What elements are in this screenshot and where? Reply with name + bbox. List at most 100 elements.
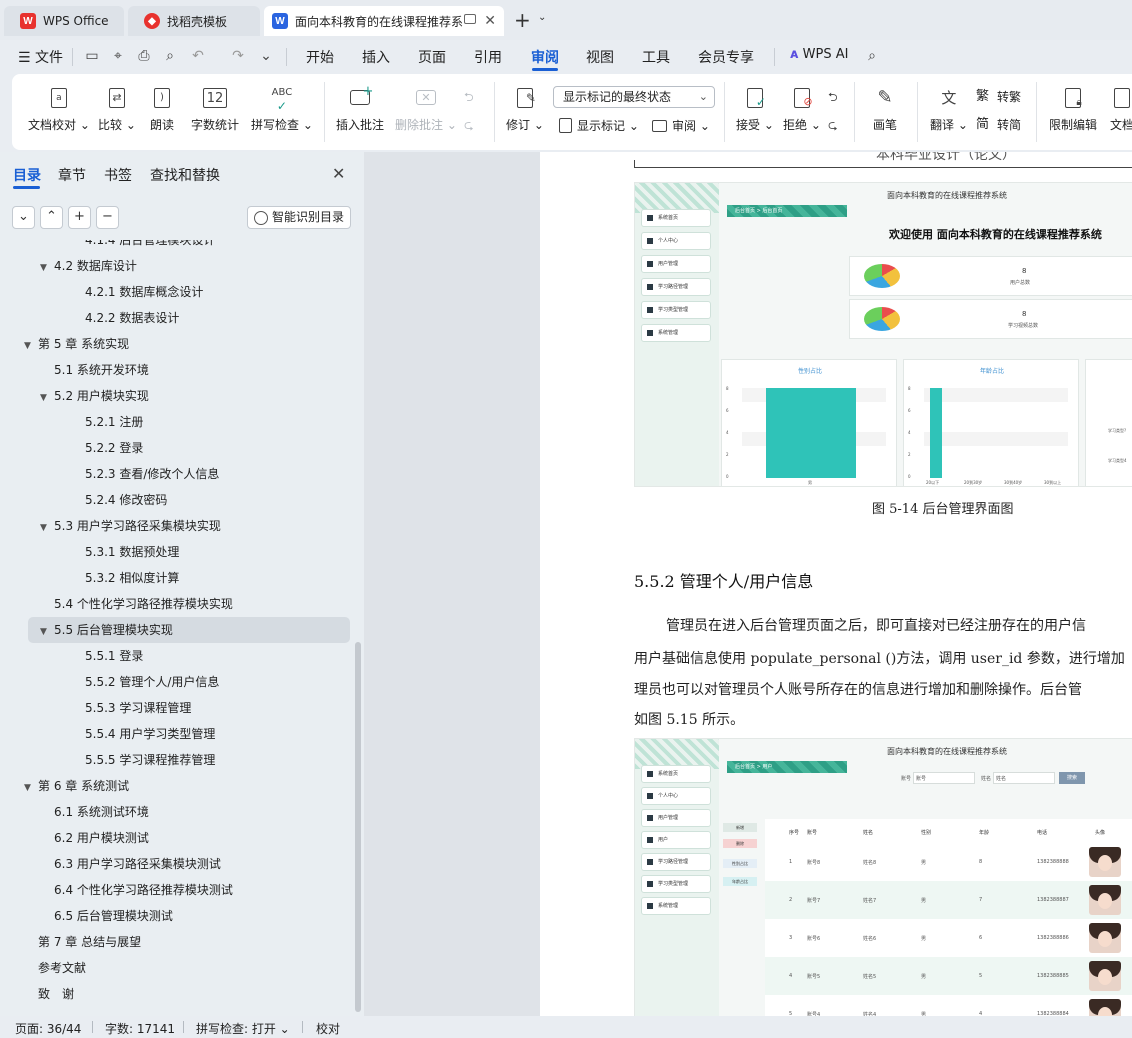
close-pane-icon[interactable]: ✕ (332, 164, 345, 183)
word-count-button[interactable]: 12 字数统计 (191, 86, 239, 133)
toc-item[interactable]: 5.5.4 用户学习类型管理 (0, 721, 352, 747)
menu-review[interactable]: 审阅 (531, 47, 559, 67)
toc-item[interactable]: 6.5 后台管理模块测试 (0, 903, 352, 929)
tab-wps-office[interactable]: W WPS Office (4, 6, 124, 36)
chevron-down-icon[interactable]: ⌄ (538, 12, 546, 23)
doc-check-button[interactable]: a 文档校对 ⌄ (28, 86, 90, 133)
monitor-icon[interactable] (464, 14, 476, 24)
delete-comment-button[interactable]: ✕ 删除批注 ⌄ (395, 86, 457, 133)
new-tab-icon[interactable]: + (514, 10, 531, 30)
redo-icon[interactable]: ↷ (230, 48, 246, 64)
menu-membership[interactable]: 会员专享 (698, 47, 754, 67)
toc-item[interactable]: ▼ 5.3 用户学习路径采集模块实现 (0, 513, 352, 539)
menu-page[interactable]: 页面 (418, 47, 446, 67)
collapse-arrow-icon[interactable]: ▼ (40, 515, 54, 541)
collapse-arrow-icon[interactable]: ▼ (40, 619, 54, 645)
print-preview-icon[interactable]: ⌕ (162, 48, 178, 64)
document-page[interactable]: 本科毕业设计（论文） 面向本科教育的在线课程推荐系统 后台首页 > 后台首页 系… (540, 152, 1132, 1016)
collapse-arrow-icon[interactable]: ▼ (40, 385, 54, 411)
file-menu[interactable]: ☰ 文件 (18, 47, 63, 67)
nav-scrollbar[interactable] (355, 642, 361, 1012)
toc-item[interactable]: 6.4 个性化学习路径推荐模块测试 (0, 877, 352, 903)
to-simplified-button[interactable]: 简 转简 (976, 116, 1021, 133)
previous-comment-icon[interactable]: ⮌ (464, 88, 474, 109)
undo-icon[interactable]: ↶ (190, 48, 206, 64)
save-icon[interactable]: ▭ (84, 48, 100, 64)
toc-item[interactable]: 5.5.2 管理个人/用户信息 (0, 669, 352, 695)
nav-tab-find-replace[interactable]: 查找和替换 (150, 165, 220, 185)
translate-button[interactable]: 文 翻译 ⌄ (930, 86, 968, 133)
nav-tab-bookmarks[interactable]: 书签 (104, 165, 132, 185)
accept-button[interactable]: ✓ 接受 ⌄ (736, 86, 774, 133)
toc-item[interactable]: 5.5.1 登录 (0, 643, 352, 669)
toc-item[interactable]: ▼ 4.2 数据库设计 (0, 253, 352, 279)
toc-item[interactable]: 5.2.2 登录 (0, 435, 352, 461)
spell-check-status[interactable]: 拼写检查: 打开 ⌄ (196, 1020, 290, 1037)
toc-item[interactable]: 4.2.1 数据库概念设计 (0, 279, 352, 305)
collapse-arrow-icon[interactable]: ▼ (40, 255, 54, 281)
expand-down-button[interactable]: ⌄ (12, 206, 35, 229)
share-icon[interactable]: ⌖ (110, 48, 126, 64)
nav-tab-toc[interactable]: 目录 (13, 165, 41, 185)
toc-item[interactable]: 参考文献 (0, 955, 352, 981)
previous-change-icon[interactable]: ⮌ (828, 88, 838, 109)
toc-item[interactable]: 5.4 个性化学习路径推荐模块实现 (0, 591, 352, 617)
toc-item[interactable]: 第 7 章 总结与展望 (0, 929, 352, 955)
toc-item[interactable]: 6.2 用户模块测试 (0, 825, 352, 851)
pen-button[interactable]: ✎ 画笔 (873, 86, 897, 133)
review-pane-button[interactable]: 审阅 ⌄ (652, 117, 710, 134)
remove-heading-button[interactable]: − (96, 206, 119, 229)
collapse-arrow-icon[interactable]: ▼ (24, 775, 38, 801)
toc-item[interactable]: 5.5.3 学习课程管理 (0, 695, 352, 721)
collapse-arrow-icon[interactable]: ▼ (24, 333, 38, 359)
menu-home[interactable]: 开始 (306, 47, 334, 67)
compare-button[interactable]: ⇄ 比较 ⌄ (98, 86, 136, 133)
next-change-icon[interactable]: ⮎ (828, 116, 838, 137)
toc-item[interactable]: 致 谢 (0, 981, 352, 1007)
nav-tab-chapters[interactable]: 章节 (58, 165, 86, 185)
menu-insert[interactable]: 插入 (362, 47, 390, 67)
doc-more-button[interactable]: 文档 (1110, 86, 1132, 133)
toc-item[interactable]: ▼ 第 5 章 系统实现 (0, 331, 352, 357)
menu-tools[interactable]: 工具 (642, 47, 670, 67)
toc-item[interactable]: ▼ 5.5 后台管理模块实现 (28, 617, 350, 643)
toc-item[interactable]: 5.3.2 相似度计算 (0, 565, 352, 591)
show-markup-button[interactable]: 显示标记 ⌄ (559, 117, 639, 134)
toc-item[interactable]: ▼ 5.2 用户模块实现 (0, 383, 352, 409)
menu-view[interactable]: 视图 (586, 47, 614, 67)
toc-item[interactable]: 4.1.4 后台管理模块设计 (0, 240, 352, 253)
toc-item[interactable]: 5.2.4 修改密码 (0, 487, 352, 513)
wps-ai-button[interactable]: ᴀ WPS AI (790, 47, 848, 62)
toc-item[interactable]: 5.2.1 注册 (0, 409, 352, 435)
collapse-up-button[interactable]: ⌃ (40, 206, 63, 229)
reject-button[interactable]: ⊘ 拒绝 ⌄ (783, 86, 821, 133)
close-tab-icon[interactable]: ✕ (484, 13, 496, 29)
chevron-down-icon[interactable]: ⌄ (258, 48, 274, 64)
next-comment-icon[interactable]: ⮎ (464, 116, 474, 137)
to-traditional-button[interactable]: 繁 转繁 (976, 88, 1021, 105)
read-aloud-button[interactable]: ) 朗读 (150, 86, 174, 133)
toc-item[interactable]: 5.1 系统开发环境 (0, 357, 352, 383)
document-area[interactable]: 本科毕业设计（论文） 面向本科教育的在线课程推荐系统 后台首页 > 后台首页 系… (364, 152, 1132, 1016)
tab-docer[interactable]: ◆ 找稻壳模板 (128, 6, 260, 36)
toc-item[interactable]: 6.1 系统测试环境 (0, 799, 352, 825)
spell-check-button[interactable]: ABC ✓ 拼写检查 ⌄ (251, 86, 313, 133)
page-indicator[interactable]: 页面: 36/44 (15, 1020, 81, 1037)
toc-item[interactable]: 6.3 用户学习路径采集模块测试 (0, 851, 352, 877)
word-count-indicator[interactable]: 字数: 17141 (105, 1020, 175, 1037)
tab-document[interactable]: W 面向本科教育的在线课程推荐系 ✕ (264, 6, 504, 36)
markup-state-select[interactable]: 显示标记的最终状态 ⌄ (553, 86, 715, 108)
restrict-edit-button[interactable]: 🔒︎ 限制编辑 (1049, 86, 1097, 133)
insert-comment-button[interactable]: + 插入批注 (336, 84, 384, 133)
proofread-status[interactable]: 校对 (316, 1020, 340, 1037)
toc-item[interactable]: 5.3.1 数据预处理 (0, 539, 352, 565)
toc-item[interactable]: ▼ 第 6 章 系统测试 (0, 773, 352, 799)
search-icon[interactable]: ⌕ (864, 48, 880, 64)
menu-references[interactable]: 引用 (474, 47, 502, 67)
track-changes-button[interactable]: ✎ 修订 ⌄ (506, 86, 544, 133)
print-icon[interactable]: ⎙ (136, 48, 152, 64)
toc-item[interactable]: 5.5.5 学习课程推荐管理 (0, 747, 352, 773)
ai-toc-button[interactable]: 智能识别目录 (247, 206, 351, 229)
toc-item[interactable]: 5.2.3 查看/修改个人信息 (0, 461, 352, 487)
toc-item[interactable]: 4.2.2 数据表设计 (0, 305, 352, 331)
